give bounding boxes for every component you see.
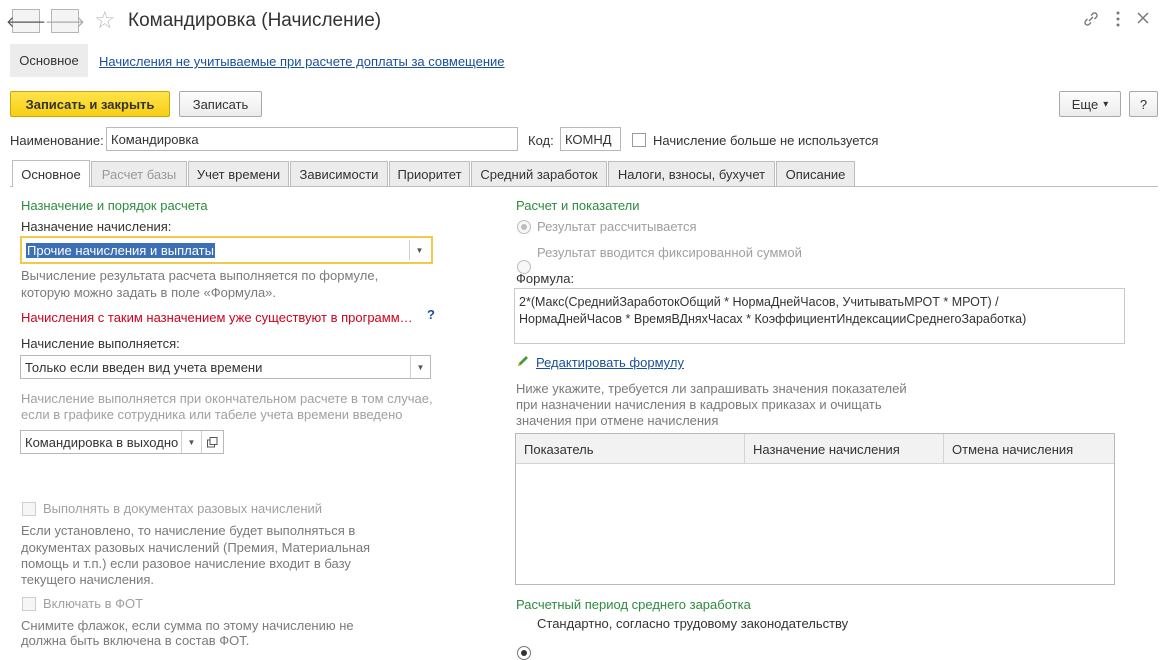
purpose-hint-2: которую можно задать в поле «Формула».	[21, 285, 277, 300]
executed-hint-2: если в графике сотрудника или табеле уче…	[21, 407, 403, 422]
window-title: Командировка (Начисление)	[128, 10, 382, 31]
formula-line-1: 2*(Макс(СреднийЗаработокОбщий * НормаДне…	[519, 295, 999, 309]
vertical-dots-icon[interactable]	[1113, 10, 1123, 31]
close-icon[interactable]	[1136, 11, 1150, 28]
formula-line-2: НормаДнейЧасов * ВремяВДняхЧасах * Коэфф…	[519, 312, 1027, 326]
chevron-down-icon: ▾	[1103, 98, 1109, 110]
period-standard-label: Стандартно, согласно трудовому законодат…	[537, 616, 849, 631]
pencil-icon	[516, 354, 530, 371]
save-button[interactable]: Записать	[179, 91, 262, 117]
section-link-no-combination[interactable]: Начисления не учитываемые при расчете до…	[99, 54, 505, 69]
forward-button[interactable]: 🡒	[45, 9, 85, 33]
time-kind-value: Командировка в выходно	[25, 434, 179, 450]
executed-hint-1: Начисление выполняется при окончательном…	[21, 391, 433, 406]
chevron-down-icon[interactable]: ▼	[409, 240, 429, 260]
purpose-hint-1: Вычисление результата расчета выполняетс…	[21, 268, 379, 283]
tab-average-earnings[interactable]: Средний заработок	[471, 161, 607, 186]
not-used-checkbox[interactable]	[632, 133, 646, 147]
more-button[interactable]: Еще ▾	[1059, 91, 1121, 117]
chevron-down-icon[interactable]: ▼	[181, 431, 201, 453]
indicators-hint-3: значения при отмене начисления	[516, 413, 719, 428]
period-section-title: Расчетный период среднего заработка	[516, 597, 751, 612]
result-calculated-radio[interactable]	[517, 220, 531, 234]
right-section-title: Расчет и показатели	[516, 198, 640, 213]
save-and-close-button[interactable]: Записать и закрыть	[10, 91, 170, 117]
back-button[interactable]: 🡐	[6, 9, 46, 33]
result-fixed-label: Результат вводится фиксированной суммой	[537, 245, 802, 260]
period-standard-radio[interactable]	[517, 646, 531, 660]
indicators-hint-1: Ниже укажите, требуется ли запрашивать з…	[516, 381, 907, 396]
open-form-icon[interactable]	[201, 431, 223, 453]
purpose-label: Назначение начисления:	[21, 219, 172, 234]
tab-dependencies[interactable]: Зависимости	[290, 161, 388, 186]
time-kind-select[interactable]: Командировка в выходно ▼	[20, 430, 224, 454]
not-used-label: Начисление больше не используется	[653, 133, 879, 148]
one-time-hint-2: документах разовых начислений (Премия, М…	[21, 540, 371, 555]
fot-label: Включать в ФОТ	[43, 596, 144, 611]
tab-base-calculation[interactable]: Расчет базы	[91, 161, 187, 186]
executed-select[interactable]: Только если введен вид учета времени ▼	[20, 355, 431, 379]
one-time-hint-1: Если установлено, то начисление будет вы…	[21, 523, 356, 538]
fot-checkbox[interactable]	[22, 597, 36, 611]
tabs-divider	[10, 186, 1158, 187]
duplicate-warning: Начисления с таким назначением уже сущес…	[21, 310, 413, 325]
formula-field[interactable]: 2*(Макс(СреднийЗаработокОбщий * НормаДне…	[514, 288, 1125, 344]
section-main[interactable]: Основное	[10, 44, 88, 77]
tab-main[interactable]: Основное	[12, 160, 90, 187]
column-header-cancel[interactable]: Отмена начисления	[944, 434, 1114, 464]
one-time-hint-4: текущего начисления.	[21, 572, 155, 587]
column-header-purpose[interactable]: Назначение начисления	[745, 434, 944, 464]
section-main-label: Основное	[19, 53, 79, 68]
indicators-table[interactable]: Показатель Назначение начисления Отмена …	[515, 433, 1115, 585]
help-button[interactable]: ?	[1129, 91, 1158, 117]
arrow-right-icon: 🡒	[44, 13, 86, 31]
code-label: Код:	[528, 133, 554, 148]
column-header-indicator[interactable]: Показатель	[516, 434, 745, 464]
link-icon[interactable]	[1082, 10, 1100, 31]
formula-label: Формула:	[516, 271, 575, 286]
star-icon[interactable]: ☆	[94, 6, 116, 35]
one-time-hint-3: помощь и т.п.) если разовое начисление в…	[21, 556, 351, 571]
tab-time-accounting[interactable]: Учет времени	[188, 161, 289, 186]
purpose-value: Прочие начисления и выплаты	[26, 242, 215, 258]
tab-priority[interactable]: Приоритет	[389, 161, 470, 186]
name-input[interactable]: Командировка	[106, 127, 518, 151]
more-label: Еще	[1071, 96, 1099, 112]
indicators-hint-2: при назначении начисления в кадровых при…	[516, 397, 882, 412]
table-header: Показатель Назначение начисления Отмена …	[516, 434, 1114, 464]
fot-hint-1: Снимите флажок, если сумма по этому начи…	[21, 618, 354, 633]
purpose-select[interactable]: Прочие начисления и выплаты ▼	[20, 236, 433, 264]
one-time-checkbox[interactable]	[22, 502, 36, 516]
executed-value: Только если введен вид учета времени	[25, 359, 263, 375]
executed-label: Начисление выполняется:	[21, 336, 180, 351]
one-time-label: Выполнять в документах разовых начислени…	[43, 501, 323, 516]
edit-formula-link[interactable]: Редактировать формулу	[536, 355, 684, 370]
result-calculated-label: Результат рассчитывается	[537, 219, 697, 234]
chevron-down-icon[interactable]: ▼	[410, 356, 430, 378]
tab-taxes[interactable]: Налоги, взносы, бухучет	[608, 161, 775, 186]
tab-description[interactable]: Описание	[776, 161, 855, 186]
left-section-title: Назначение и порядок расчета	[21, 198, 208, 213]
name-label: Наименование:	[10, 133, 104, 148]
arrow-left-icon: 🡐	[5, 13, 47, 31]
code-input[interactable]: КОМНД	[560, 127, 621, 151]
warning-help-icon[interactable]: ?	[427, 307, 435, 322]
